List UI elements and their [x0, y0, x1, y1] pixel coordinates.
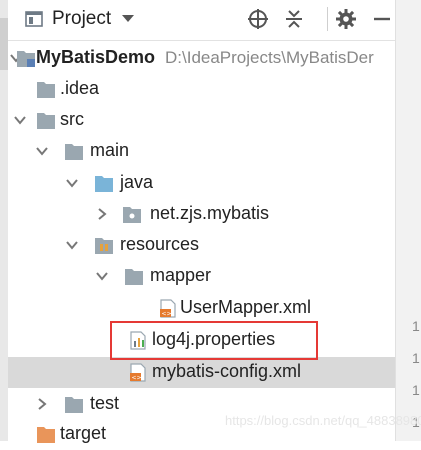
- project-view-title[interactable]: Project: [52, 8, 111, 30]
- chevron-down-icon[interactable]: [14, 114, 26, 126]
- collapse-all-icon[interactable]: [282, 7, 306, 31]
- chevron-down-icon[interactable]: [66, 177, 78, 189]
- settings-gear-icon[interactable]: [334, 7, 358, 31]
- svg-text:<>: <>: [162, 311, 172, 318]
- root-project-path: D:\IdeaProjects\MyBatisDer: [165, 48, 374, 67]
- line-number: 1: [412, 350, 420, 366]
- tree-row-user-mapper[interactable]: <> UserMapper.xml: [8, 293, 395, 324]
- tree-row-src[interactable]: src: [8, 105, 395, 136]
- line-number: 1: [412, 318, 420, 334]
- chevron-down-icon[interactable]: [96, 270, 108, 282]
- folder-icon: [125, 269, 143, 285]
- folder-icon: [37, 113, 55, 129]
- chevron-right-icon[interactable]: [36, 398, 48, 410]
- module-folder-icon: [17, 51, 35, 67]
- package-icon: [123, 207, 141, 223]
- caret-down-icon[interactable]: [122, 15, 134, 23]
- project-tree: MyBatisDemo D:\IdeaProjects\MyBatisDer .…: [8, 41, 395, 443]
- tree-row-java[interactable]: java: [8, 168, 395, 199]
- excluded-folder-icon: [37, 427, 55, 443]
- tree-row-mybatis-config[interactable]: <> mybatis-config.xml: [8, 357, 395, 388]
- locate-icon[interactable]: [246, 7, 270, 31]
- tree-row-idea[interactable]: .idea: [8, 74, 395, 105]
- tree-row-mapper[interactable]: mapper: [8, 261, 395, 292]
- tree-row-resources[interactable]: resources: [8, 230, 395, 261]
- highlight-box: [110, 321, 318, 360]
- project-toolbar: Project: [8, 0, 395, 41]
- folder-label-main: main: [90, 140, 130, 160]
- line-number: 1: [412, 382, 420, 398]
- tree-row-main[interactable]: main: [8, 136, 395, 167]
- folder-icon: [65, 397, 83, 413]
- project-tool-tab[interactable]: [0, 18, 8, 70]
- hide-icon[interactable]: [370, 7, 394, 31]
- editor-gutter: 1 1 1 1: [395, 0, 421, 441]
- xml-file-icon: <>: [160, 299, 176, 318]
- chevron-down-icon[interactable]: [36, 145, 48, 157]
- folder-label-idea: .idea: [60, 78, 100, 98]
- folder-label-resources: resources: [120, 234, 200, 254]
- root-project-label: MyBatisDemo: [36, 47, 156, 67]
- toolbar-separator: [327, 7, 328, 31]
- package-label: net.zjs.mybatis: [150, 203, 270, 223]
- xml-file-icon: <>: [130, 363, 146, 382]
- folder-icon: [37, 82, 55, 98]
- folder-label-mapper: mapper: [150, 265, 212, 285]
- chevron-right-icon[interactable]: [96, 208, 108, 220]
- tree-row-package[interactable]: net.zjs.mybatis: [8, 199, 395, 230]
- folder-label-src: src: [60, 109, 84, 129]
- tree-row-root[interactable]: MyBatisDemo D:\IdeaProjects\MyBatisDer: [8, 43, 395, 74]
- folder-label-test: test: [90, 393, 120, 413]
- source-folder-icon: [95, 176, 113, 192]
- file-label-mybatis-config: mybatis-config.xml: [152, 361, 302, 381]
- left-tool-strip: [0, 0, 8, 441]
- project-view-icon: [25, 11, 43, 27]
- resources-folder-icon: [95, 238, 113, 254]
- file-label-user-mapper: UserMapper.xml: [180, 297, 312, 317]
- watermark: https://blog.csdn.net/qq_48838980: [225, 413, 421, 428]
- folder-icon: [65, 144, 83, 160]
- svg-text:<>: <>: [132, 375, 142, 382]
- folder-label-java: java: [120, 172, 154, 192]
- chevron-down-icon[interactable]: [66, 239, 78, 251]
